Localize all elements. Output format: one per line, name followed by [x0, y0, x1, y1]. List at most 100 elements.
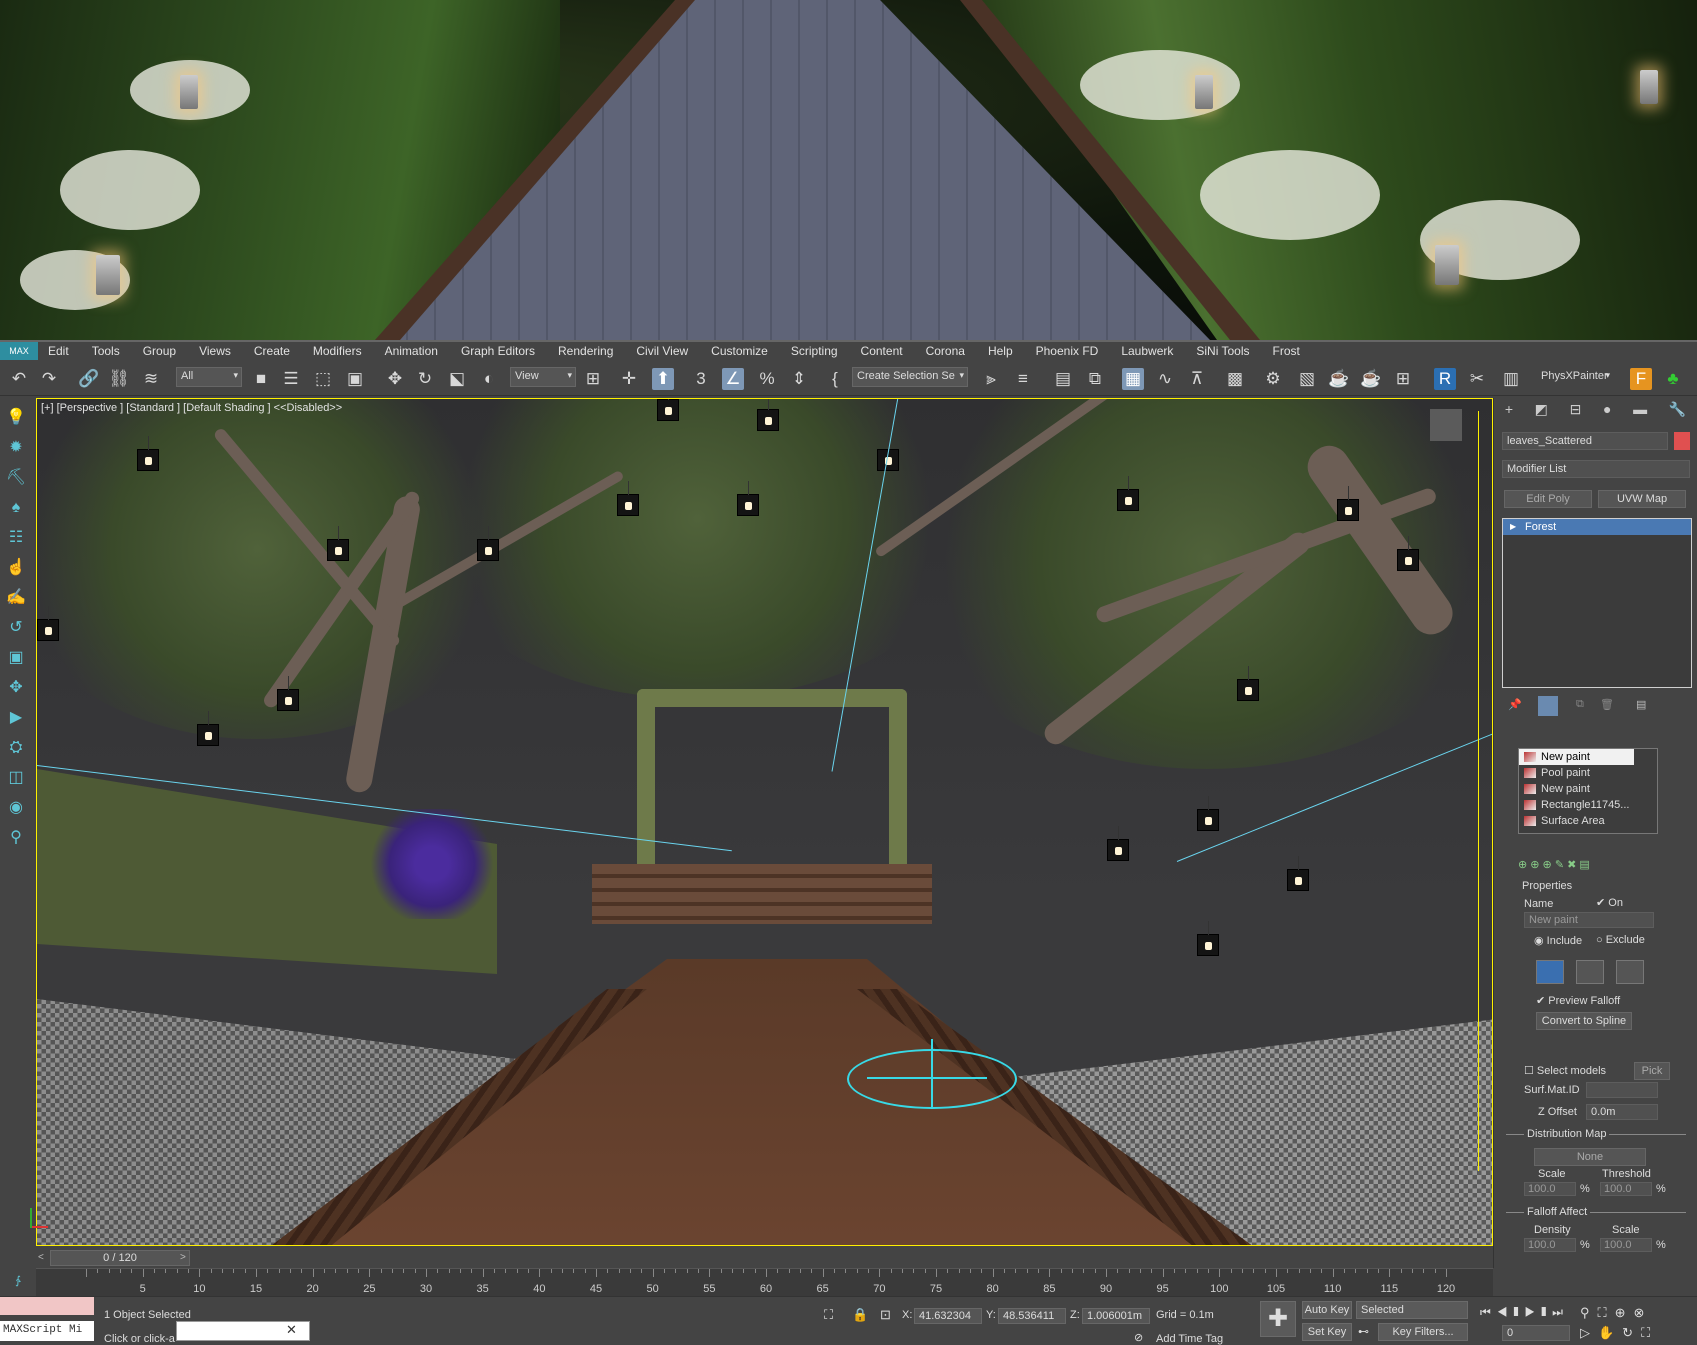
link-icon[interactable]: 🔗	[78, 368, 100, 390]
eraser-button[interactable]	[1576, 960, 1604, 984]
brush-icon[interactable]: ✍	[5, 586, 27, 610]
angle-snap-icon[interactable]: ∠	[722, 368, 744, 390]
tree-icon[interactable]: ♣	[1662, 368, 1684, 390]
select-models-checkbox[interactable]: ☐ Select models	[1524, 1064, 1606, 1077]
toggle-ribbon-icon[interactable]: ▦	[1122, 368, 1144, 390]
y-coordinate-field[interactable]: 48.536411	[998, 1308, 1066, 1324]
perspective-viewport[interactable]: [+] [Perspective ] [Standard ] [Default …	[36, 398, 1493, 1246]
edit-named-selection-icon[interactable]: {	[824, 368, 846, 390]
viewport-nav-controls[interactable]: ⚲⛶⊕⊗	[1580, 1305, 1652, 1321]
modifier-list-dropdown[interactable]: Modifier List	[1502, 460, 1690, 478]
list-icon[interactable]: ☷	[5, 526, 27, 550]
density-spinner[interactable]: 100.0	[1524, 1238, 1576, 1252]
z-coordinate-field[interactable]: 1.006001m	[1082, 1308, 1150, 1324]
keyboard-shortcut-override-icon[interactable]: ⬆	[652, 368, 674, 390]
hand-icon[interactable]: ☝	[5, 556, 27, 580]
curve-editor-mini-icon[interactable]: ∱	[0, 1268, 36, 1296]
brush-settings-button[interactable]	[1616, 960, 1644, 984]
snaps-toggle-icon[interactable]: 3	[690, 368, 712, 390]
configure-modifier-sets-icon[interactable]: ▤	[1636, 698, 1646, 711]
viewcube-icon[interactable]	[1430, 409, 1462, 441]
pivot-center-icon[interactable]: ⊞	[582, 368, 604, 390]
camera-icon[interactable]: ⛏	[5, 466, 27, 490]
material-editor-icon[interactable]: ▩	[1224, 368, 1246, 390]
key-mode-icon[interactable]: ✚	[1260, 1301, 1296, 1337]
play-icon[interactable]: ▶	[5, 706, 27, 730]
mirror-icon[interactable]: ⫸	[980, 368, 1002, 390]
object-name-field[interactable]: leaves_Scattered	[1502, 432, 1668, 450]
box-icon[interactable]: ◫	[5, 766, 27, 790]
maxscript-mini-listener[interactable]: MAXScript Mi	[0, 1321, 94, 1341]
paint-item[interactable]: Rectangle11745...	[1519, 797, 1657, 813]
redo-icon[interactable]: ↷	[38, 368, 60, 390]
paint-item[interactable]: Pool paint	[1519, 765, 1657, 781]
time-tag-icon[interactable]: ⊘	[1134, 1331, 1143, 1344]
menu-item[interactable]: Laubwerk	[1121, 344, 1173, 358]
distribution-map-button[interactable]: None	[1534, 1148, 1646, 1166]
x-coordinate-field[interactable]: 41.632304	[914, 1308, 982, 1324]
pick-button[interactable]: Pick	[1634, 1062, 1670, 1080]
spinner-snap-icon[interactable]: ⇕	[788, 368, 810, 390]
render-production-icon[interactable]: ☕	[1328, 368, 1350, 390]
prev-frame-arrow-icon[interactable]: <	[38, 1252, 44, 1263]
convert-to-spline-button[interactable]: Convert to Spline	[1536, 1012, 1632, 1030]
bind-space-warp-icon[interactable]: ≋	[140, 368, 162, 390]
select-manipulate-icon[interactable]: ✛	[618, 368, 640, 390]
select-by-name-icon[interactable]: ☰	[280, 368, 302, 390]
motion-tab-icon[interactable]: ●	[1603, 401, 1611, 417]
paint-item[interactable]: Surface Area	[1519, 813, 1657, 829]
film-icon[interactable]: ⛭	[5, 736, 27, 760]
menu-item[interactable]: Edit	[48, 344, 69, 358]
rectangular-selection-icon[interactable]: ⬚	[312, 368, 334, 390]
exclude-radio[interactable]: ○ Exclude	[1596, 934, 1645, 946]
viewport-nav-controls-2[interactable]: ▷✋↻⛶	[1580, 1325, 1658, 1341]
menu-item[interactable]: Help	[988, 344, 1013, 358]
named-selection-set-dropdown[interactable]: Create Selection Se	[852, 367, 968, 387]
close-icon[interactable]: ✕	[286, 1322, 297, 1338]
viewport-label[interactable]: [+] [Perspective ] [Standard ] [Default …	[41, 402, 342, 414]
bulb-icon[interactable]: ⚲	[5, 826, 27, 850]
surf-mat-id-field[interactable]	[1586, 1082, 1658, 1098]
sun-icon[interactable]: ✹	[5, 436, 27, 460]
track-bar[interactable]: 5 10 15 20 25 30 35 40 45 50 55 60 65 70 75 80 85 90 95 100…	[36, 1268, 1493, 1296]
paint-brush-button[interactable]	[1536, 960, 1564, 984]
rc-plugin-icon[interactable]: R	[1434, 368, 1456, 390]
paint-list-tools[interactable]: ⊕ ⊕ ⊕ ✎ ✖ ▤	[1518, 858, 1590, 871]
set-key-button[interactable]: Set Key	[1302, 1323, 1352, 1341]
menu-item[interactable]: Create	[254, 344, 290, 358]
z-offset-spinner[interactable]: 0.0m	[1586, 1104, 1658, 1120]
align-icon[interactable]: ≡	[1012, 368, 1034, 390]
cube-icon[interactable]: ▣	[5, 646, 27, 670]
paint-item[interactable]: New paint	[1519, 781, 1657, 797]
selection-filter-dropdown[interactable]: All	[176, 367, 242, 387]
menu-item[interactable]: Views	[199, 344, 231, 358]
menu-item[interactable]: SiNi Tools	[1196, 344, 1249, 358]
render-setup-icon[interactable]: ⚙	[1262, 368, 1284, 390]
tools-icon[interactable]: ✂	[1466, 368, 1488, 390]
on-checkbox[interactable]: ✔ On	[1596, 896, 1623, 909]
spreadsheet-icon[interactable]: ▥	[1500, 368, 1522, 390]
key-filters-button[interactable]: Key Filters...	[1378, 1323, 1468, 1341]
show-end-result-icon[interactable]	[1538, 696, 1558, 716]
window-crossing-icon[interactable]: ▣	[344, 368, 366, 390]
menu-item[interactable]: Phoenix FD	[1036, 344, 1099, 358]
menu-item[interactable]: Animation	[385, 344, 438, 358]
percent-snap-icon[interactable]: %	[756, 368, 778, 390]
hierarchy-tab-icon[interactable]: ⊟	[1570, 401, 1582, 418]
scale2-spinner[interactable]: 100.0	[1600, 1238, 1652, 1252]
isolate-selection-icon[interactable]: ⛶	[824, 1307, 833, 1323]
menu-item[interactable]: Content	[861, 344, 903, 358]
rendered-frame-window-icon[interactable]: ▧	[1296, 368, 1318, 390]
edit-poly-button[interactable]: Edit Poly	[1504, 490, 1592, 508]
display-tab-icon[interactable]: ▬	[1633, 401, 1647, 417]
scale-icon[interactable]: ⬕	[446, 368, 468, 390]
uvw-map-button[interactable]: UVW Map	[1598, 490, 1686, 508]
menu-item[interactable]: Tools	[92, 344, 120, 358]
remove-modifier-icon[interactable]: 🗑	[1600, 698, 1614, 711]
render-iterative-icon[interactable]: ☕	[1360, 368, 1382, 390]
move-icon[interactable]: ✥	[384, 368, 406, 390]
undo-icon[interactable]: ↶	[8, 368, 30, 390]
preview-falloff-checkbox[interactable]: ✔ Preview Falloff	[1536, 994, 1620, 1007]
paint-item[interactable]: New paint	[1519, 749, 1634, 765]
auto-key-button[interactable]: Auto Key	[1302, 1301, 1352, 1319]
